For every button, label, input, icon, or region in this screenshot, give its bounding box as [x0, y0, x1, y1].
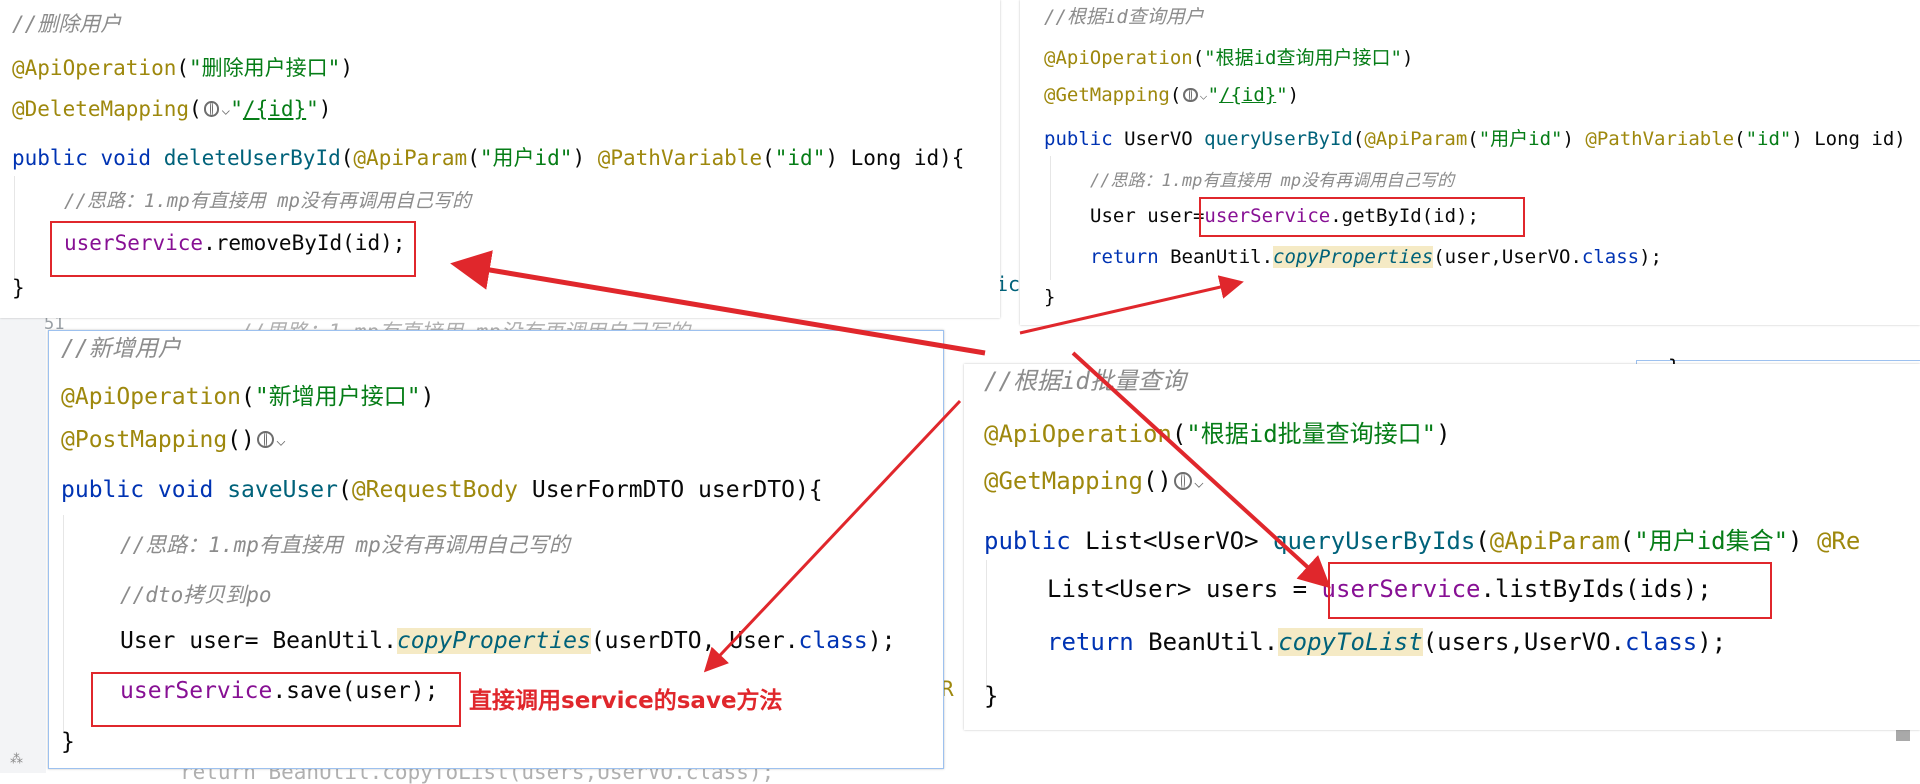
highlight-box-get-by-id: [1199, 197, 1525, 237]
api-operation-line: @ApiOperation("根据id查询用户接口"): [1044, 47, 1414, 69]
globe-icon[interactable]: [203, 101, 220, 118]
closing-brace: }: [61, 729, 75, 755]
editor-gutter: [0, 300, 46, 773]
return-line: return BeanUtil.copyProperties(user,User…: [1090, 246, 1662, 268]
highlight-box-remove-by-id: [50, 221, 416, 277]
annotation-get-mapping: @GetMapping: [984, 467, 1143, 495]
method-name: queryUserByIds: [1273, 527, 1476, 555]
method-copy-properties: copyProperties: [396, 628, 591, 654]
annotation-path-variable: @PathVariable: [1585, 128, 1735, 150]
api-operation-line: @ApiOperation("根据id批量查询接口"): [984, 420, 1451, 448]
keyword: public: [984, 527, 1071, 555]
indent-guide: [14, 176, 15, 280]
idea-comment: //思路：1.mp有直接用 mp没有再调用自己写的: [1090, 171, 1455, 191]
indent-guide: [1050, 156, 1051, 280]
code-panel-delete-user: //删除用户 @ApiOperation("删除用户接口") @DeleteMa…: [0, 0, 1000, 318]
api-operation-line: @ApiOperation("删除用户接口"): [12, 56, 353, 80]
method-name: deleteUserById: [163, 146, 341, 170]
string-literal: "根据id批量查询接口": [1186, 420, 1437, 448]
api-operation-line: @ApiOperation("新增用户接口"): [61, 384, 435, 410]
get-mapping-line: @GetMapping() ⌵: [984, 467, 1204, 495]
annotation-get-mapping: @GetMapping: [1044, 84, 1170, 106]
return-line: return BeanUtil.copyToList(users,UserVO.…: [1047, 628, 1727, 656]
comment-query-by-id: //根据id查询用户: [1044, 6, 1204, 28]
method-copy-properties: copyProperties: [1273, 246, 1434, 268]
keyword-return: return: [1047, 628, 1134, 656]
idea-comment: //思路：1.mp有直接用 mp没有再调用自己写的: [64, 190, 471, 212]
string-literal: "删除用户接口": [189, 56, 341, 80]
comment-delete-user: //删除用户: [12, 12, 122, 36]
keyword: public: [1044, 128, 1113, 150]
annotation-post-mapping: @PostMapping: [61, 427, 228, 453]
comment-batch-query: //根据id批量查询: [984, 367, 1186, 395]
globe-icon[interactable]: [256, 430, 275, 449]
chevron-down-icon[interactable]: ⌵: [1200, 89, 1208, 104]
highlight-box-save: [91, 672, 461, 727]
fold-icon[interactable]: ⁂: [10, 752, 23, 767]
method-copy-to-list: copyToList: [1278, 628, 1423, 656]
annotation-api-operation: @ApiOperation: [61, 384, 242, 410]
post-mapping-line: @PostMapping() ⌵: [61, 427, 286, 453]
annotation-api-param: @ApiParam: [353, 146, 468, 170]
method-signature: public void saveUser(@RequestBody UserFo…: [61, 477, 823, 503]
chevron-down-icon[interactable]: ⌵: [1194, 471, 1204, 491]
comment-save-user: //新增用户: [61, 336, 181, 362]
method-name: saveUser: [227, 477, 338, 503]
chevron-down-icon[interactable]: ⌵: [276, 430, 286, 449]
annotation-api-operation: @ApiOperation: [1044, 47, 1193, 69]
code-panel-query-user-by-id: //根据id查询用户 @ApiOperation("根据id查询用户接口") @…: [1020, 0, 1920, 325]
annotation-request-body: @RequestBody: [351, 477, 518, 503]
get-mapping-line: @GetMapping(⌵"/{id}"): [1044, 84, 1300, 106]
annotation-api-param: @ApiParam: [1364, 128, 1468, 150]
method-signature: public List<UserVO> queryUserByIds(@ApiP…: [984, 527, 1861, 555]
code-panel-save-user: //新增用户 @ApiOperation("新增用户接口") @PostMapp…: [48, 330, 944, 769]
annotation-path-variable: @PathVariable: [597, 146, 763, 170]
method-signature: public void deleteUserById(@ApiParam("用户…: [12, 146, 965, 170]
closing-brace: }: [984, 682, 999, 710]
dto-comment: //dto拷贝到po: [120, 583, 272, 607]
annotation-delete-mapping: @DeleteMapping: [12, 97, 190, 121]
copy-properties-line: User user= BeanUtil.copyProperties(userD…: [120, 628, 896, 654]
closing-brace: }: [1044, 286, 1056, 308]
delete-mapping-line: @DeleteMapping(⌵"/{id}"): [12, 97, 332, 121]
closing-brace: }: [12, 276, 25, 300]
method-name: queryUserById: [1204, 128, 1353, 150]
indent-guide: [986, 560, 987, 690]
annotation-callout-save: 直接调用service的save方法: [469, 688, 783, 714]
indent-guide: [63, 515, 64, 731]
annotation-api-operation: @ApiOperation: [12, 56, 177, 80]
globe-icon[interactable]: [1173, 472, 1192, 491]
path-literal: /{id}: [1219, 84, 1277, 106]
highlight-box-list-by-ids: [1328, 562, 1772, 619]
chevron-down-icon[interactable]: ⌵: [221, 102, 230, 119]
keyword: public void: [61, 477, 214, 503]
string-literal: "新增用户接口": [254, 384, 421, 410]
annotation-api-operation: @ApiOperation: [984, 420, 1172, 448]
keyword-return: return: [1090, 246, 1159, 268]
string-literal: "根据id查询用户接口": [1204, 47, 1402, 69]
annotation-api-param: @ApiParam: [1489, 527, 1620, 555]
idea-comment: //思路：1.mp有直接用 mp没有再调用自己写的: [120, 533, 570, 557]
code-panel-query-user-by-ids: //根据id批量查询 @ApiOperation("根据id批量查询接口") @…: [964, 364, 1920, 730]
globe-icon[interactable]: [1183, 87, 1198, 103]
method-signature: public UserVO queryUserById(@ApiParam("用…: [1044, 128, 1906, 150]
keyword: public void: [12, 146, 152, 170]
path-literal: /{id}: [242, 97, 307, 121]
